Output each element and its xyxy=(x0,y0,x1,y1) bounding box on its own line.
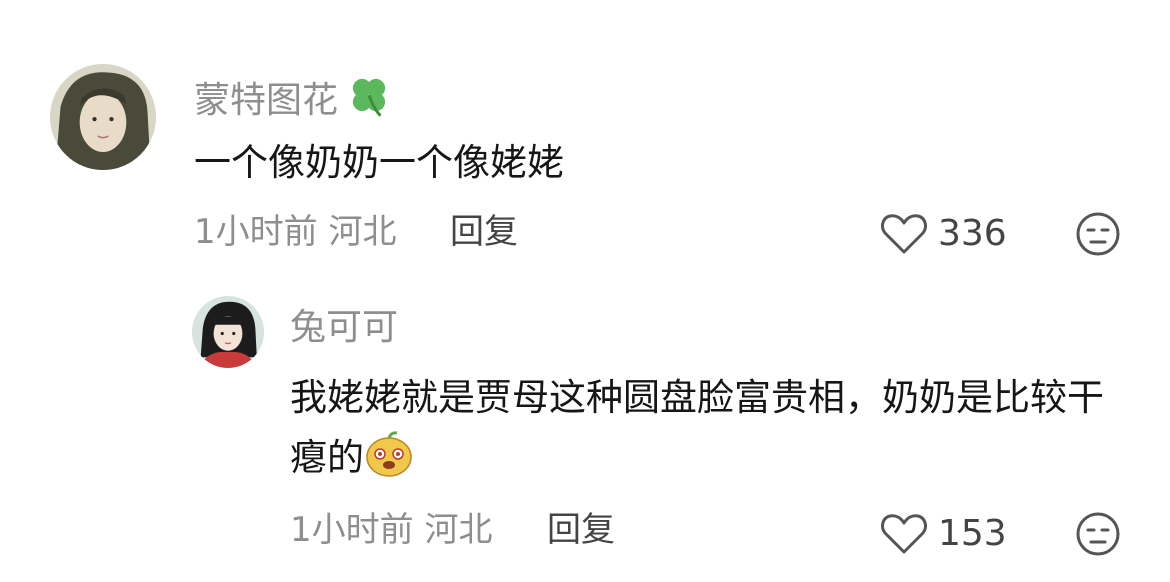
comment-meta: 1小时前 河北 xyxy=(194,210,396,254)
comment-time: 1小时前 xyxy=(290,510,414,550)
four-leaf-clover-icon xyxy=(352,78,386,117)
comment-location: 河北 xyxy=(328,212,397,252)
avatar[interactable] xyxy=(50,64,156,170)
comment-meta: 1小时前 河北 xyxy=(290,508,492,552)
reply-button[interactable]: 回复 xyxy=(450,210,518,254)
like-button[interactable]: 153 xyxy=(880,512,1007,556)
avatar-image xyxy=(192,296,264,368)
reply-button[interactable]: 回复 xyxy=(547,508,615,552)
like-button[interactable]: 336 xyxy=(880,212,1007,256)
like-count: 336 xyxy=(938,213,1007,254)
avatar[interactable] xyxy=(192,296,264,368)
comment-location: 河北 xyxy=(424,510,493,550)
unamused-face-icon[interactable] xyxy=(1075,211,1121,257)
username[interactable]: 蒙特图花 xyxy=(194,72,392,123)
unamused-face-icon[interactable] xyxy=(1075,511,1121,557)
comment-time: 1小时前 xyxy=(194,212,318,252)
smiling-bun-emoji-icon xyxy=(366,431,412,477)
heart-outline-icon xyxy=(881,514,927,554)
heart-outline-icon xyxy=(881,214,927,254)
comment-text: 我姥姥就是贾母这种圆盘脸富贵相，奶奶是比较干瘪的 xyxy=(290,376,1104,479)
like-count: 153 xyxy=(938,513,1007,554)
comment-text: 一个像奶奶一个像姥姥 xyxy=(194,141,564,184)
avatar-image xyxy=(50,64,156,170)
username[interactable]: 兔可可 xyxy=(290,306,398,350)
